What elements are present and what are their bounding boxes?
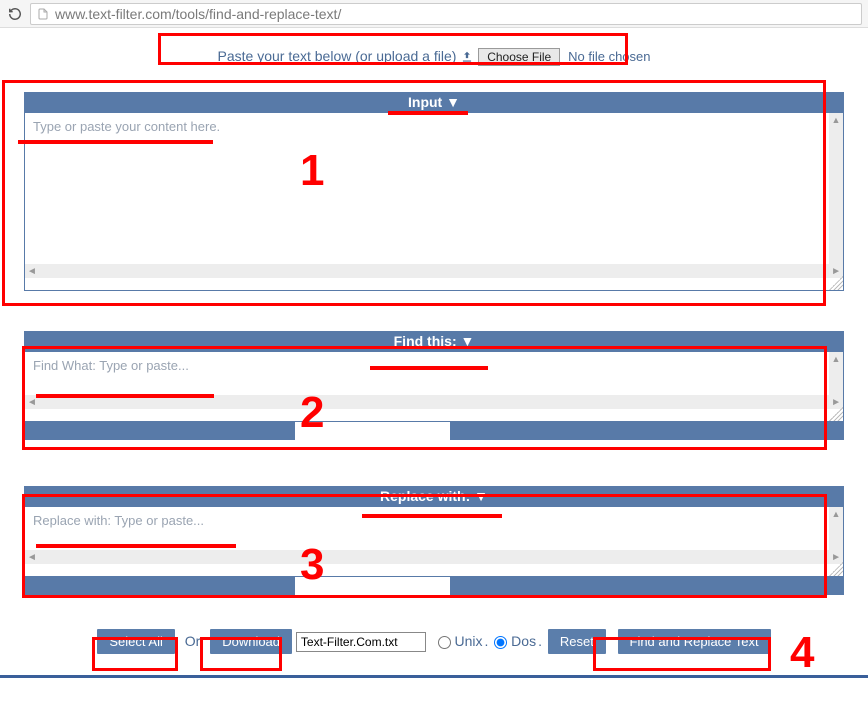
find-textarea[interactable]	[25, 352, 843, 392]
find-hscrollbar[interactable]: ◄►	[25, 395, 843, 409]
filename-input[interactable]	[296, 632, 426, 652]
url-text: www.text-filter.com/tools/find-and-repla…	[55, 6, 341, 22]
reload-icon	[8, 7, 22, 21]
find-resize-grip[interactable]	[829, 407, 843, 421]
url-bar[interactable]: www.text-filter.com/tools/find-and-repla…	[30, 3, 862, 25]
find-body: ▲▼ ◄►	[24, 352, 844, 422]
find-section: Find this: ▼ ▲▼ ◄►	[18, 325, 850, 446]
dos-label: Dos	[511, 633, 536, 649]
unix-radio[interactable]	[438, 636, 451, 649]
input-header[interactable]: Input ▼	[24, 92, 844, 113]
reset-button[interactable]: Reset	[548, 629, 606, 654]
input-textarea[interactable]	[25, 113, 843, 261]
submit-button[interactable]: Find and Replace Text	[618, 629, 771, 654]
browser-bar: www.text-filter.com/tools/find-and-repla…	[0, 0, 868, 28]
select-all-button[interactable]: Select All	[97, 629, 174, 654]
or-label: Or	[185, 633, 201, 649]
input-vscrollbar[interactable]: ▲▼	[829, 113, 843, 276]
input-resize-grip[interactable]	[829, 276, 843, 290]
bottom-edge	[0, 675, 868, 678]
reload-button[interactable]	[6, 5, 24, 23]
input-hscrollbar[interactable]: ◄►	[25, 264, 843, 278]
replace-section: Replace with: ▼ ▲▼ ◄►	[18, 480, 850, 601]
input-section: Input ▼ ▲▼ ◄►	[18, 86, 850, 297]
unix-label: Unix	[454, 633, 482, 649]
no-file-chosen: No file chosen	[568, 49, 650, 64]
find-header[interactable]: Find this: ▼	[24, 331, 844, 352]
replace-textarea[interactable]	[25, 507, 843, 547]
upload-row: Paste your text below (or upload a file)…	[18, 38, 850, 78]
controls-row: Select All Or Download Unix. Dos. Reset …	[18, 625, 850, 658]
replace-body: ▲▼ ◄►	[24, 507, 844, 577]
replace-resize-grip[interactable]	[829, 562, 843, 576]
choose-file-button[interactable]: Choose File	[478, 48, 560, 66]
upload-icon	[460, 50, 474, 64]
find-footer	[24, 422, 844, 440]
upload-prompt: Paste your text below (or upload a file)	[218, 48, 457, 64]
page-body: Paste your text below (or upload a file)…	[0, 28, 868, 678]
download-button[interactable]: Download	[210, 629, 292, 654]
dos-radio[interactable]	[494, 636, 507, 649]
replace-header[interactable]: Replace with: ▼	[24, 486, 844, 507]
input-body: ▲▼ ◄►	[24, 113, 844, 291]
replace-hscrollbar[interactable]: ◄►	[25, 550, 843, 564]
replace-footer	[24, 577, 844, 595]
page-icon	[37, 7, 49, 21]
